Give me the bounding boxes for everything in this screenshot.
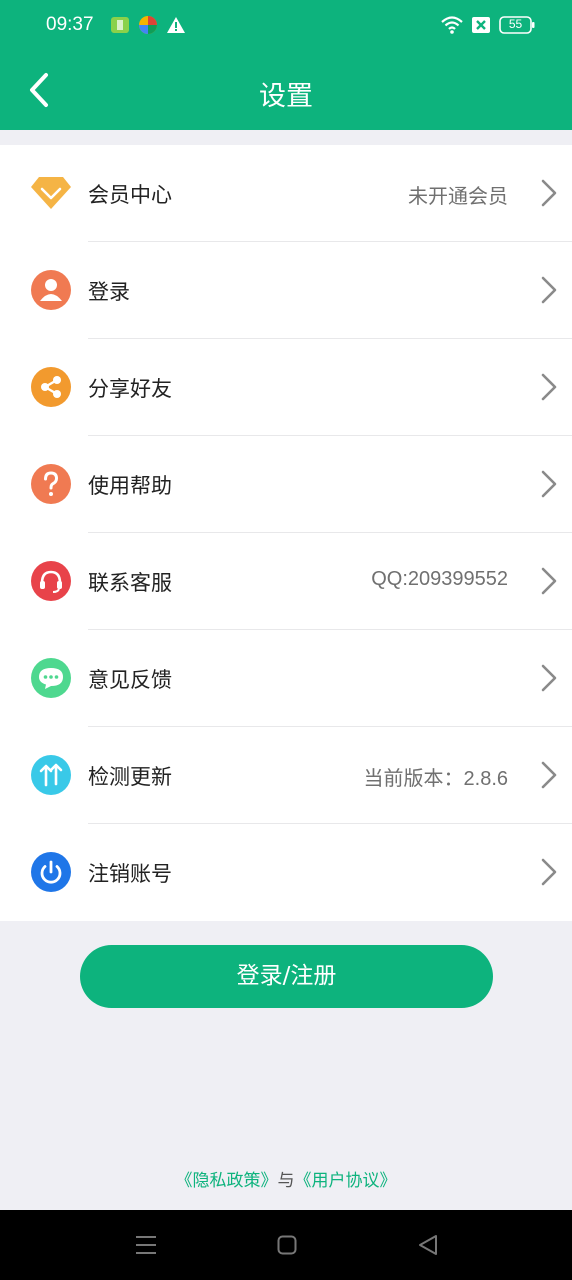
- chevron-right-icon: [541, 373, 557, 401]
- version-value: 当前版本：2.8.6: [363, 768, 508, 790]
- login-register-button[interactable]: 登录/注册: [80, 945, 493, 1008]
- headset-icon: [31, 561, 71, 601]
- chat-bubble-icon: [31, 658, 71, 698]
- update-arrows-icon: [31, 755, 71, 795]
- settings-menu: 会员中心 未开通会员 登录 分享好友 使用帮助 联系客服 QQ:20939955: [0, 145, 572, 921]
- menu-item-label: 使用帮助: [88, 474, 172, 498]
- back-triangle-icon[interactable]: [417, 1234, 439, 1260]
- user-agreement-link[interactable]: 《用户协议》: [295, 1171, 397, 1191]
- diamond-icon: [29, 173, 71, 213]
- nav-bar: 设置: [0, 52, 572, 130]
- menu-item-check-update[interactable]: 检测更新 当前版本：2.8.6: [0, 727, 572, 824]
- menu-item-delete-account[interactable]: 注销账号: [0, 824, 572, 921]
- chevron-right-icon: [541, 276, 557, 304]
- menu-item-feedback[interactable]: 意见反馈: [0, 630, 572, 727]
- menu-item-label: 分享好友: [88, 377, 172, 401]
- wifi-icon: [440, 15, 464, 39]
- chevron-right-icon: [541, 858, 557, 886]
- status-bar: 09:37 55: [0, 0, 572, 52]
- share-icon: [31, 367, 71, 407]
- home-icon[interactable]: [277, 1235, 297, 1259]
- warning-icon: [166, 15, 186, 39]
- chevron-right-icon: [541, 470, 557, 498]
- page-title: 设置: [259, 81, 313, 112]
- vip-status-value: 未开通会员: [408, 186, 508, 208]
- menu-item-label: 意见反馈: [88, 668, 172, 692]
- no-sim-icon: [471, 15, 491, 39]
- power-icon: [31, 852, 71, 892]
- menu-item-vip[interactable]: 会员中心 未开通会员: [0, 145, 572, 242]
- footer-links: 《隐私政策》与《用户协议》: [0, 1166, 572, 1191]
- menu-item-help[interactable]: 使用帮助: [0, 436, 572, 533]
- menu-item-share[interactable]: 分享好友: [0, 339, 572, 436]
- menu-item-label: 检测更新: [88, 765, 172, 789]
- chevron-right-icon: [541, 761, 557, 789]
- chevron-right-icon: [541, 179, 557, 207]
- menu-item-label: 登录: [88, 280, 130, 304]
- chevron-right-icon: [541, 664, 557, 692]
- notification-app-icon: [110, 15, 130, 39]
- footer-and-text: 与: [277, 1171, 295, 1191]
- system-navigation-bar: [0, 1210, 572, 1280]
- battery-level: 55: [508, 17, 523, 31]
- privacy-policy-link[interactable]: 《隐私政策》: [176, 1171, 278, 1191]
- user-icon: [31, 270, 71, 310]
- menu-item-login[interactable]: 登录: [0, 242, 572, 339]
- menu-item-customer-service[interactable]: 联系客服 QQ:209399552: [0, 533, 572, 630]
- status-time: 09:37: [46, 14, 94, 35]
- qq-number-value: QQ:209399552: [371, 568, 508, 590]
- menu-item-label: 会员中心: [88, 183, 172, 207]
- menu-item-label: 联系客服: [88, 571, 172, 595]
- chevron-right-icon: [541, 567, 557, 595]
- colorful-app-icon: [138, 15, 158, 39]
- help-icon: [31, 464, 71, 504]
- menu-item-label: 注销账号: [88, 862, 172, 886]
- menu-icon[interactable]: [135, 1235, 157, 1259]
